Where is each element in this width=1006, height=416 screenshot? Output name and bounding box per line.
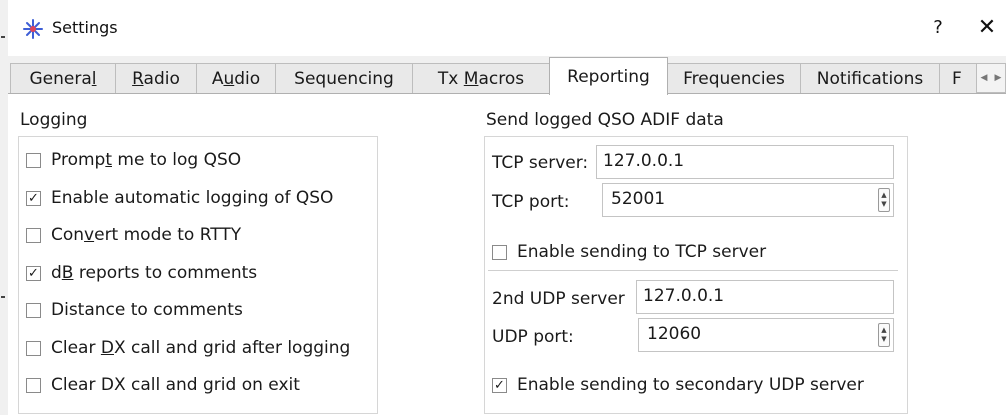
tcp-port-spinbox[interactable]: 52001 ▲ ▼ [602, 183, 894, 217]
checkbox-box[interactable] [26, 227, 41, 243]
checkbox-label: Distance to comments [51, 300, 243, 320]
convert-rtty-checkbox[interactable]: Convert mode to RTTY [26, 225, 241, 245]
settings-content: General Radio Audio Sequencing Tx Macros… [8, 56, 1006, 416]
close-icon: ✕ [977, 15, 997, 40]
prompt-log-checkbox[interactable]: Prompt me to log QSO [26, 150, 241, 170]
tab-label: Sequencing [294, 68, 394, 89]
spin-arrows[interactable]: ▲ ▼ [878, 188, 890, 212]
scroll-left-icon[interactable]: ◀ [981, 73, 988, 83]
checkbox-box[interactable] [26, 340, 41, 356]
divider [488, 270, 898, 271]
reporting-page: Logging Prompt me to log QSO ✓ Enable au… [8, 93, 1006, 416]
window-left-edge [0, 0, 8, 415]
tab-notifications[interactable]: Notifications [800, 63, 940, 93]
clear-dx-on-exit-checkbox[interactable]: Clear DX call and grid on exit [26, 375, 300, 395]
tab-sequencing[interactable]: Sequencing [275, 63, 413, 93]
title-bar[interactable]: Settings ? ✕ [8, 0, 1006, 57]
udp-port-value: 12060 [647, 324, 702, 344]
checkbox-label: Enable sending to secondary UDP server [517, 375, 864, 395]
udp-server-label: 2nd UDP server [492, 289, 625, 309]
tab-partial[interactable]: F [939, 63, 979, 93]
udp-port-spinbox[interactable]: 12060 ▲ ▼ [638, 318, 894, 352]
checkbox-label: Clear DX call and grid on exit [51, 375, 300, 395]
checkbox-box[interactable]: ✓ [26, 265, 41, 281]
tab-audio[interactable]: Audio [196, 63, 276, 93]
adif-title: Send logged QSO ADIF data [486, 110, 724, 130]
tab-general[interactable]: General [10, 63, 116, 93]
spin-down-icon[interactable]: ▼ [881, 200, 886, 209]
logging-title: Logging [20, 110, 88, 130]
spin-up-icon[interactable]: ▲ [881, 191, 886, 200]
checkbox-label: Convert mode to RTTY [51, 225, 242, 245]
tab-label: F [952, 68, 962, 89]
tab-label: Notifications [816, 68, 924, 89]
app-icon [23, 19, 43, 39]
edge-mark [1, 296, 5, 298]
checkbox-label: Enable automatic logging of QSO [51, 188, 334, 208]
tab-tx-macros[interactable]: Tx Macros [412, 63, 550, 93]
checkbox-label: Clear DX call and grid after logging [51, 338, 351, 358]
spin-down-icon[interactable]: ▼ [881, 335, 886, 344]
tcp-server-input[interactable]: 127.0.0.1 [596, 145, 894, 179]
scroll-right-icon[interactable]: ▶ [995, 73, 1002, 83]
checkbox-label: dB reports to comments [51, 263, 258, 283]
enable-tcp-checkbox[interactable]: Enable sending to TCP server [492, 242, 766, 262]
tcp-server-label: TCP server: [492, 153, 589, 173]
window-title: Settings [52, 18, 118, 37]
clear-dx-after-logging-checkbox[interactable]: Clear DX call and grid after logging [26, 338, 350, 358]
checkbox-box[interactable]: ✓ [26, 190, 41, 206]
tab-bar: General Radio Audio Sequencing Tx Macros… [8, 56, 1006, 95]
help-button[interactable]: ? [926, 14, 950, 42]
tab-radio[interactable]: Radio [115, 63, 197, 93]
tab-scroll-buttons[interactable]: ◀ ▶ [976, 63, 1006, 93]
tab-label: Frequencies [683, 68, 785, 89]
udp-port-label: UDP port: [492, 327, 574, 347]
enable-udp-checkbox[interactable]: ✓ Enable sending to secondary UDP server [492, 375, 864, 395]
udp-server-input[interactable]: 127.0.0.1 [636, 280, 894, 314]
tab-label: Tx Macros [437, 68, 525, 89]
tab-label: Reporting [567, 66, 650, 87]
checkbox-box[interactable] [26, 302, 41, 318]
tcp-port-label: TCP port: [492, 192, 570, 212]
tab-label: General [29, 68, 97, 89]
spin-arrows[interactable]: ▲ ▼ [878, 323, 890, 347]
tab-reporting[interactable]: Reporting [549, 57, 668, 95]
checkbox-label: Prompt me to log QSO [51, 150, 242, 170]
edge-mark [1, 36, 5, 38]
db-reports-checkbox[interactable]: ✓ dB reports to comments [26, 263, 257, 283]
tcp-port-value: 52001 [611, 189, 666, 209]
spin-up-icon[interactable]: ▲ [881, 326, 886, 335]
tab-frequencies[interactable]: Frequencies [667, 63, 801, 93]
checkbox-box[interactable] [26, 152, 41, 168]
checkbox-box[interactable] [26, 377, 41, 393]
distance-comments-checkbox[interactable]: Distance to comments [26, 300, 243, 320]
checkbox-label: Enable sending to TCP server [517, 242, 767, 262]
auto-logging-checkbox[interactable]: ✓ Enable automatic logging of QSO [26, 188, 333, 208]
checkbox-box[interactable] [492, 244, 507, 260]
tab-label: Radio [132, 68, 180, 89]
checkbox-box[interactable]: ✓ [492, 377, 507, 393]
close-button[interactable]: ✕ [974, 14, 1000, 42]
tab-label: Audio [211, 68, 261, 89]
